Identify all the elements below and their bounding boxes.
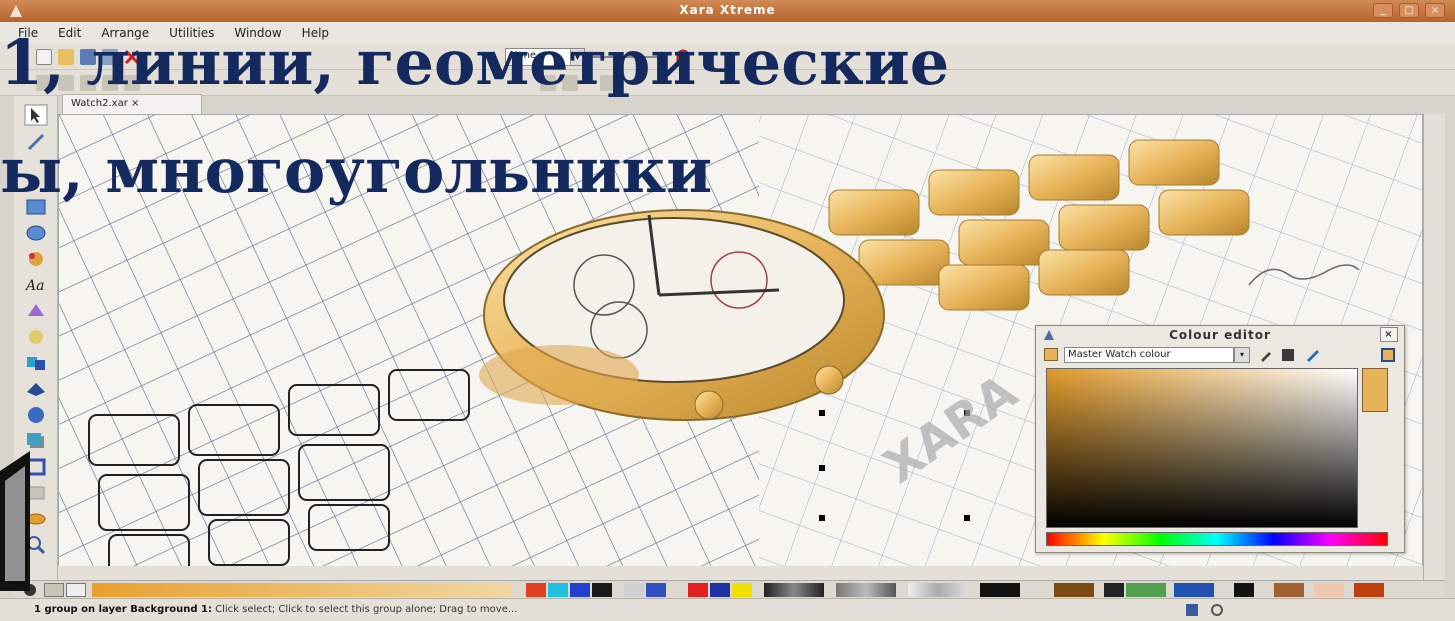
close-icon[interactable]: ×: [1380, 327, 1398, 342]
colour-swatch[interactable]: [1054, 583, 1094, 597]
colour-swatch[interactable]: [570, 583, 590, 597]
new-colour-icon[interactable]: [1380, 347, 1396, 363]
colour-swatch[interactable]: [548, 583, 568, 597]
colour-swatch[interactable]: [66, 583, 86, 597]
colour-editor-panel: Colour editor × Master Watch colour ▾: [1035, 325, 1405, 553]
horizontal-scrollbar[interactable]: [58, 566, 1423, 580]
colour-preview: [1362, 368, 1388, 412]
title-bar: Xara Xtreme _ □ ×: [0, 0, 1455, 22]
ellipse-tool-icon[interactable]: [24, 222, 48, 244]
colour-swatch[interactable]: [764, 583, 824, 597]
colour-swatch[interactable]: [1234, 583, 1254, 597]
quickshape-tool-icon[interactable]: [24, 248, 48, 270]
colour-swatch[interactable]: [732, 583, 752, 597]
transparency-tool-icon[interactable]: [24, 326, 48, 348]
blend-tool-icon[interactable]: [24, 352, 48, 374]
colour-swatch[interactable]: [624, 583, 644, 597]
colour-line: [14, 580, 1445, 598]
status-selection: 1 group on layer Background 1:: [34, 604, 212, 615]
status-hint: Click select; Click to select this group…: [211, 604, 518, 615]
colour-swatch[interactable]: [908, 583, 968, 597]
status-bar: 1 group on layer Background 1: Click sel…: [0, 598, 1455, 621]
bevel-tool-icon[interactable]: [24, 404, 48, 426]
colour-editor-title: Colour editor: [1169, 328, 1271, 342]
slide-heading-line1: 1, линии, геометрические: [0, 26, 950, 99]
colour-swatch[interactable]: [1314, 583, 1344, 597]
colour-swatch[interactable]: [1174, 583, 1214, 597]
colour-gradient-strip[interactable]: [92, 583, 512, 597]
colour-swatch[interactable]: [1104, 583, 1124, 597]
close-button[interactable]: ×: [1425, 3, 1445, 18]
colour-editor-icon: [1044, 330, 1054, 340]
picker-icon[interactable]: [1306, 347, 1322, 363]
colour-swatch[interactable]: [710, 583, 730, 597]
chevron-down-icon[interactable]: ▾: [1234, 347, 1250, 363]
colour-swatch[interactable]: [646, 583, 666, 597]
colour-swatch[interactable]: [836, 583, 896, 597]
refresh-icon[interactable]: [1210, 603, 1224, 617]
colour-swatch[interactable]: [44, 583, 64, 597]
window-title: Xara Xtreme: [679, 3, 776, 17]
colour-model-icon[interactable]: [1280, 347, 1296, 363]
slide-heading-line2: ы, многоугольники: [0, 134, 713, 207]
colour-name-select[interactable]: Master Watch colour: [1064, 347, 1234, 363]
mould-tool-icon[interactable]: [24, 378, 48, 400]
shadow-tool-icon[interactable]: [24, 430, 48, 452]
colour-swatch[interactable]: [1274, 583, 1304, 597]
colour-swatch[interactable]: [980, 583, 1020, 597]
minimize-button[interactable]: _: [1373, 3, 1393, 18]
eyedropper-icon[interactable]: [1258, 347, 1274, 363]
maximize-button[interactable]: □: [1399, 3, 1419, 18]
vertical-scrollbar[interactable]: [1423, 114, 1445, 580]
colour-swatch[interactable]: [688, 583, 708, 597]
colour-swatch[interactable]: [592, 583, 612, 597]
slide-corner-decoration: [0, 451, 30, 591]
current-colour-swatch: [1044, 348, 1058, 361]
svg-text:Aa: Aa: [24, 278, 44, 294]
fill-tool-icon[interactable]: [24, 300, 48, 322]
text-tool-icon[interactable]: Aa: [24, 274, 48, 296]
selector-tool-icon[interactable]: [24, 104, 48, 126]
hue-slider[interactable]: [1046, 532, 1388, 546]
colour-swatch[interactable]: [526, 583, 546, 597]
colour-swatch[interactable]: [1354, 583, 1384, 597]
colour-swatch[interactable]: [1126, 583, 1166, 597]
snap-icon[interactable]: [1185, 603, 1199, 617]
saturation-value-picker[interactable]: [1046, 368, 1358, 528]
